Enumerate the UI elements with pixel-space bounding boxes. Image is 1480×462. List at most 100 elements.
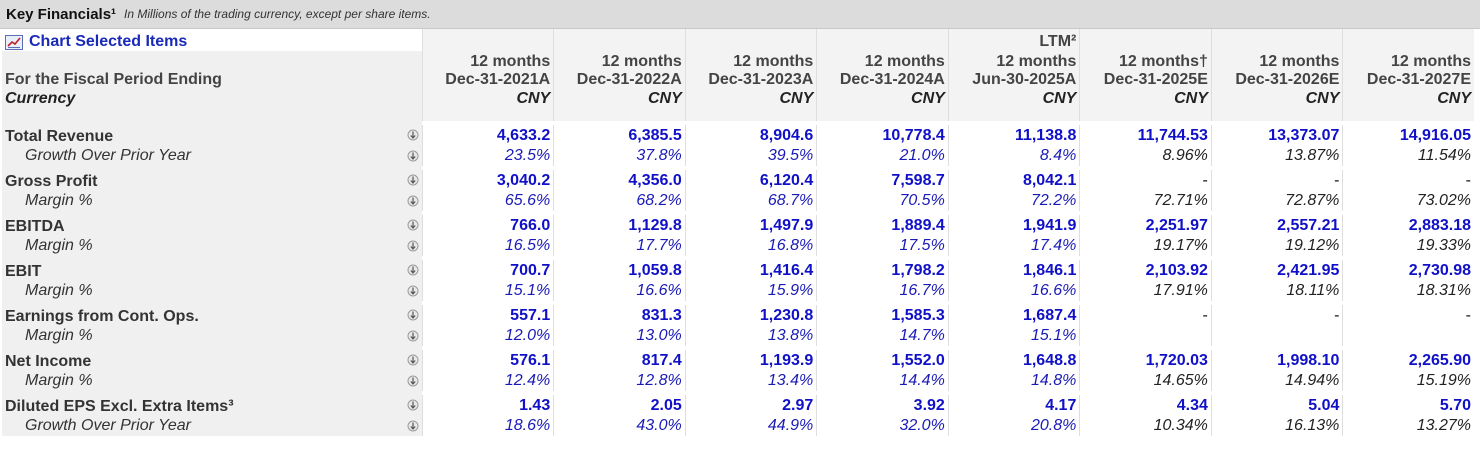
metric-sub-value: 14.65%	[1079, 371, 1211, 391]
metric-value: 557.1	[421, 305, 554, 326]
metric-value: 576.1	[421, 350, 554, 371]
metric-value: 8,904.6	[684, 125, 817, 146]
metric-value: 2.97	[684, 395, 817, 416]
metric-row: Total Revenue 4,633.2 6,385.5 8,904.6 10,778…	[2, 125, 1474, 146]
metric-sub-value: 68.2%	[553, 191, 685, 211]
metric-sub-value: 15.19%	[1342, 371, 1474, 391]
metric-value: 4.34	[1079, 395, 1211, 416]
metric-sub-value: 68.7%	[684, 191, 817, 211]
row-sort-icon[interactable]	[403, 326, 422, 346]
metric-sub-value: 72.71%	[1079, 191, 1211, 211]
metric-row: EBITDA 766.0 1,129.8 1,497.9 1,889.4 1,941.9 2…	[2, 215, 1474, 236]
metric-sub-value	[1210, 326, 1343, 346]
metric-value: 4.17	[947, 395, 1080, 416]
metric-sub-label: Margin %	[2, 326, 404, 346]
metric-value: 1,059.8	[553, 260, 685, 281]
metric-value: 1,585.3	[816, 305, 948, 326]
metric-sub-value: 17.91%	[1079, 281, 1211, 301]
column-header: 12 months Dec-31-2027E	[1342, 51, 1474, 89]
column-period-length: 12 months	[1390, 53, 1471, 70]
row-sort-icon[interactable]	[403, 146, 422, 166]
column-top-label	[1210, 29, 1343, 51]
metric-value: 1,889.4	[816, 215, 948, 236]
row-sort-icon[interactable]	[403, 170, 422, 191]
metric-value: 14,916.05	[1342, 125, 1474, 146]
row-sort-icon[interactable]	[403, 236, 422, 256]
row-sort-icon[interactable]	[403, 281, 422, 301]
metric-value: -	[1342, 170, 1474, 191]
row-sort-icon[interactable]	[403, 371, 422, 391]
metric-sub-value: 13.27%	[1342, 416, 1474, 436]
metric-sub-value: 14.4%	[816, 371, 948, 391]
column-header: 12 months Dec-31-2024A	[816, 51, 948, 89]
column-period-length: 12 months	[601, 53, 682, 70]
metric-sub-value	[1342, 326, 1474, 346]
row-sort-icon[interactable]	[403, 191, 422, 211]
metric-value: 2,265.90	[1342, 350, 1474, 371]
metric-row: Gross Profit 3,040.2 4,356.0 6,120.4 7,598.7…	[2, 170, 1474, 191]
row-sort-icon[interactable]	[403, 215, 422, 236]
column-period-length: 12 months†	[1118, 53, 1208, 70]
row-sort-icon[interactable]	[403, 260, 422, 281]
metric-value: 3.92	[816, 395, 948, 416]
row-sort-icon[interactable]	[403, 416, 422, 436]
chart-link-cell: Chart Selected Items	[2, 29, 422, 51]
column-period-length: 12 months	[733, 53, 814, 70]
metric-sub-value: 8.96%	[1079, 146, 1211, 166]
metric-value: 1,648.8	[947, 350, 1080, 371]
metric-row: Diluted EPS Excl. Extra Items³ 1.43 2.05 2.…	[2, 395, 1474, 416]
metric-label: Net Income	[2, 350, 404, 371]
column-currency: CNY	[684, 89, 817, 108]
metric-row: EBIT 700.7 1,059.8 1,416.4 1,798.2 1,846.1 2,1…	[2, 260, 1474, 281]
metric-value: 5.04	[1210, 395, 1343, 416]
chart-selected-items-label: Chart Selected Items	[29, 33, 188, 50]
chart-selected-items-link[interactable]: Chart Selected Items	[5, 33, 419, 51]
metric-value: 1,998.10	[1210, 350, 1343, 371]
metric-sub-value: 37.8%	[553, 146, 685, 166]
panel-header: Key Financials¹ In Millions of the tradi…	[0, 0, 1480, 29]
metric-sub-value: 19.17%	[1079, 236, 1211, 256]
metric-sub-value: 15.9%	[684, 281, 817, 301]
metric-sub-value: 43.0%	[553, 416, 685, 436]
metric-value: 1,416.4	[684, 260, 817, 281]
row-sort-icon[interactable]	[403, 395, 422, 416]
row-sort-icon[interactable]	[403, 350, 422, 371]
metric-sub-value: 19.33%	[1342, 236, 1474, 256]
metric-sub-value: 16.5%	[421, 236, 554, 256]
metric-value: 13,373.07	[1210, 125, 1343, 146]
metric-sub-row: Margin % 12.0% 13.0% 13.8% 14.7% 15.1%	[2, 326, 1474, 346]
row-sort-icon[interactable]	[403, 125, 422, 146]
period-label: For the Fiscal Period Ending	[2, 51, 422, 89]
column-period-length: 12 months	[864, 53, 945, 70]
column-currency: CNY	[553, 89, 685, 108]
metric-value: 1,129.8	[553, 215, 685, 236]
column-period-date: Dec-31-2024A	[839, 71, 945, 88]
metric-sub-row: Growth Over Prior Year 23.5% 37.8% 39.5% 21.…	[2, 146, 1474, 166]
metric-value: 2,251.97	[1079, 215, 1211, 236]
metric-sub-row: Margin % 15.1% 16.6% 15.9% 16.7% 16.6% 17.91% 1…	[2, 281, 1474, 301]
financials-table: Chart Selected Items LTM² For the Fiscal…	[2, 29, 1474, 436]
metric-value: 1,497.9	[684, 215, 817, 236]
column-top-label	[1342, 29, 1474, 51]
metric-sub-value: 23.5%	[421, 146, 554, 166]
currency-label: Currency	[2, 89, 422, 108]
metric-value: 1,941.9	[947, 215, 1080, 236]
metric-sub-value: 14.7%	[816, 326, 948, 346]
column-currency: CNY	[816, 89, 948, 108]
panel-subtitle: In Millions of the trading currency, exc…	[124, 7, 431, 21]
metric-sub-value: 15.1%	[947, 326, 1080, 346]
metric-value: 11,744.53	[1079, 125, 1211, 146]
metric-value: 1,846.1	[947, 260, 1080, 281]
metric-sub-value: 13.0%	[553, 326, 685, 346]
row-sort-icon[interactable]	[403, 305, 422, 326]
metric-value: 11,138.8	[947, 125, 1080, 146]
metric-value: -	[1342, 305, 1474, 326]
metric-value: -	[1210, 170, 1343, 191]
column-period-date: Dec-31-2025E	[1103, 71, 1208, 88]
metric-sub-row: Margin % 12.4% 12.8% 13.4% 14.4% 14.8% 14.65% 1…	[2, 371, 1474, 391]
metric-sub-value: 11.54%	[1342, 146, 1474, 166]
column-currency: CNY	[1210, 89, 1343, 108]
column-period-length: 12 months	[996, 53, 1077, 70]
metric-value: 2,103.92	[1079, 260, 1211, 281]
metric-sub-value: 17.5%	[816, 236, 948, 256]
